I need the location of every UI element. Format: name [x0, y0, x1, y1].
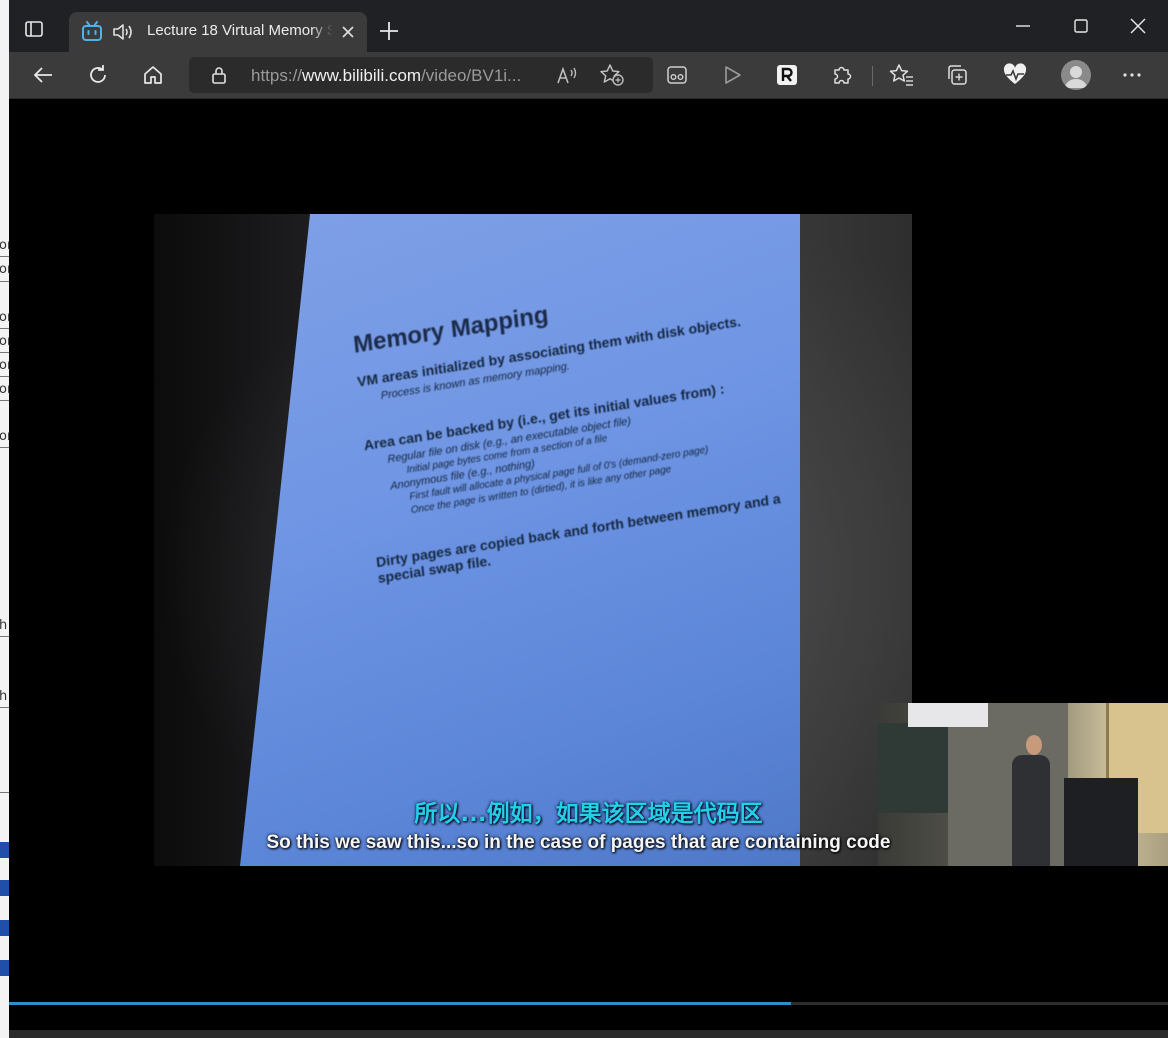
lock-icon[interactable] — [209, 65, 229, 85]
background-blue-block — [0, 842, 9, 858]
background-divider — [0, 400, 9, 401]
add-favorite-icon[interactable] — [599, 63, 625, 87]
address-bar[interactable]: https://www.bilibili.com/video/BV1i... — [189, 57, 653, 93]
tab-active[interactable]: Lecture 18 Virtual Memory S — [69, 12, 367, 52]
background-text-fragment: or — [0, 429, 9, 444]
projected-slide: Memory Mapping VM areas initialized by a… — [240, 214, 800, 866]
video-player[interactable]: Memory Mapping VM areas initialized by a… — [9, 99, 1168, 1004]
home-icon[interactable] — [140, 62, 166, 88]
background-text-fragment: or — [0, 262, 9, 277]
read-aloud-icon[interactable] — [555, 64, 579, 86]
subtitle-english-text: So this we saw this...so in the case of … — [266, 832, 891, 853]
background-blue-block — [0, 880, 9, 896]
video-frame[interactable]: Memory Mapping VM areas initialized by a… — [154, 214, 912, 866]
browser-toolbar: https://www.bilibili.com/video/BV1i... — [9, 52, 1168, 99]
refresh-icon[interactable] — [85, 62, 111, 88]
background-text-fragment: or — [0, 358, 9, 373]
background-divider — [0, 328, 9, 329]
maximize-icon[interactable] — [1069, 14, 1093, 38]
background-divider — [0, 792, 9, 793]
background-text-fragment: h — [0, 618, 8, 633]
background-text-fragment: or — [0, 238, 9, 253]
url-text[interactable]: https://www.bilibili.com/video/BV1i... — [251, 66, 521, 86]
tab-actions-icon[interactable] — [23, 18, 45, 40]
pip-lecturer-head — [1026, 735, 1042, 755]
subtitle-chinese: 所以...例如，如果该区域是代码区 — [414, 801, 763, 827]
toolbar-divider — [872, 66, 873, 86]
plus-icon[interactable] — [377, 19, 401, 43]
avatar[interactable] — [1061, 60, 1091, 90]
background-divider — [0, 281, 9, 282]
background-divider — [0, 636, 9, 637]
speaker-icon[interactable] — [111, 21, 135, 43]
background-text-fragment: or — [0, 334, 9, 349]
background-text-fragment: or — [0, 382, 9, 397]
collections-icon[interactable] — [944, 62, 970, 88]
browser-window: Lecture 18 Virtual Memory S https://www.… — [9, 0, 1168, 1038]
background-divider — [0, 376, 9, 377]
slide-content: Memory Mapping VM areas initialized by a… — [352, 266, 794, 590]
url-scheme: https:// — [251, 66, 303, 85]
tab-title: Lecture 18 Virtual Memory S — [147, 22, 333, 39]
background-divider — [0, 707, 9, 708]
tab-strip: Lecture 18 Virtual Memory S — [9, 0, 1168, 52]
window-close-icon[interactable] — [1126, 14, 1150, 38]
background-text-fragment: or — [0, 310, 9, 325]
bilibili-icon — [82, 21, 102, 41]
url-path: /video/BV1i... — [421, 66, 522, 85]
background-window-edge[interactable]: or or or or or or or h h — [0, 0, 9, 1038]
background-divider — [0, 352, 9, 353]
favorites-icon[interactable] — [889, 62, 915, 88]
r-extension-icon[interactable] — [774, 62, 800, 88]
more-icon[interactable] — [1119, 62, 1145, 88]
url-host: www.bilibili.com — [302, 66, 422, 85]
minimize-icon[interactable] — [1011, 14, 1035, 38]
glasses-icon[interactable] — [664, 62, 690, 88]
background-text-fragment: h — [0, 689, 8, 704]
background-blue-block — [0, 960, 9, 976]
background-divider — [0, 256, 9, 257]
pip-projection-screen — [908, 703, 988, 727]
play-icon[interactable] — [719, 62, 745, 88]
close-icon[interactable] — [339, 23, 357, 41]
heartbeat-icon[interactable] — [1002, 62, 1028, 88]
window-bottom-edge — [9, 1030, 1168, 1038]
back-arrow-icon[interactable] — [30, 62, 56, 88]
subtitle-english: So this we saw this...so in the case of … — [9, 832, 1168, 854]
puzzle-icon[interactable] — [829, 62, 855, 88]
background-blue-block — [0, 920, 9, 936]
background-divider — [0, 447, 9, 448]
